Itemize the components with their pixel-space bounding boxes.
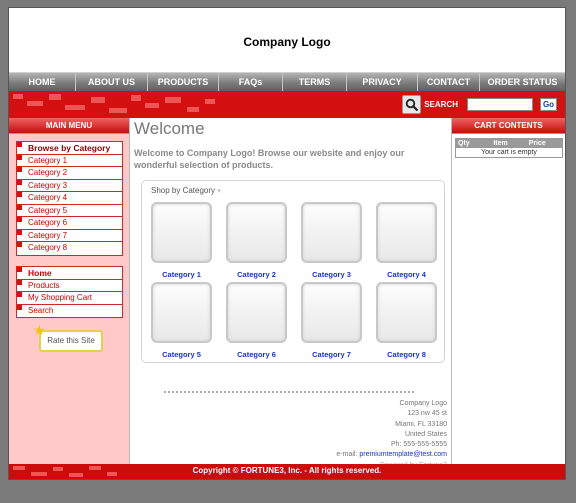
category-tile-label[interactable]: Category 7 bbox=[299, 350, 364, 359]
sidebar-category-8[interactable]: Category 8 bbox=[17, 242, 122, 255]
category-menu: Browse by Category Category 1 Category 2… bbox=[16, 141, 123, 256]
email-link[interactable]: premiumtemplate@test.com bbox=[359, 451, 447, 458]
category-tile-label[interactable]: Category 3 bbox=[299, 270, 364, 279]
category-tile-7[interactable]: Category 7 bbox=[299, 282, 364, 359]
category-thumbnail[interactable] bbox=[376, 282, 437, 343]
nav-contact[interactable]: CONTACT bbox=[418, 73, 480, 91]
cart-header-price: Price bbox=[528, 140, 546, 147]
search-input[interactable] bbox=[467, 98, 533, 111]
sidebar-category-4[interactable]: Category 4 bbox=[17, 192, 122, 205]
category-thumbnail[interactable] bbox=[376, 202, 437, 263]
main-nav: HOME ABOUT US PRODUCTS FAQs TERMS PRIVAC… bbox=[9, 72, 565, 91]
search-icon[interactable] bbox=[402, 95, 422, 114]
sidebar-category-1[interactable]: Category 1 bbox=[17, 154, 122, 167]
category-tile-5[interactable]: Category 5 bbox=[149, 282, 214, 359]
category-thumbnail[interactable] bbox=[301, 202, 362, 263]
cart-header-qty: Qty bbox=[458, 140, 470, 147]
pixel-decoration bbox=[91, 97, 105, 103]
pixel-decoration bbox=[49, 94, 61, 100]
category-tile-4[interactable]: Category 4 bbox=[374, 202, 439, 279]
search-label: SEARCH bbox=[424, 100, 458, 109]
rate-site-button[interactable]: Rate this Site bbox=[39, 330, 103, 352]
sidebar-category-3[interactable]: Category 3 bbox=[17, 179, 122, 192]
main-menu-title: MAIN MENU bbox=[9, 118, 129, 134]
category-tile-label[interactable]: Category 5 bbox=[149, 350, 214, 359]
footer: Copyright © FORTUNE3, Inc. - All rights … bbox=[9, 464, 565, 479]
shop-by-category-title[interactable]: Shop by Category ▾ bbox=[151, 186, 221, 195]
address-country: United States bbox=[404, 430, 447, 438]
page-frame: Company Logo HOME ABOUT US PRODUCTS FAQs… bbox=[8, 7, 566, 480]
category-thumbnail[interactable] bbox=[226, 202, 287, 263]
company-logo[interactable]: Company Logo bbox=[9, 35, 565, 49]
address-company: Company Logo bbox=[399, 400, 447, 407]
category-thumbnail[interactable] bbox=[151, 202, 212, 263]
pixel-decoration bbox=[187, 107, 199, 112]
divider bbox=[164, 391, 414, 393]
pixel-decoration bbox=[13, 94, 23, 99]
email-label: e-mail: bbox=[336, 451, 360, 459]
cart-header-item: Item bbox=[493, 140, 508, 147]
shop-title-label: Shop by Category bbox=[151, 186, 216, 195]
pixel-decoration bbox=[205, 99, 215, 104]
cart-title: CART CONTENTS bbox=[452, 118, 565, 134]
sidebar-link-home[interactable]: Home bbox=[17, 267, 122, 280]
page-title: Welcome bbox=[134, 119, 205, 138]
cart-empty-message: Your cart is empty bbox=[481, 149, 537, 156]
right-sidebar: CART CONTENTS Qty Item Price Your cart i… bbox=[451, 118, 565, 464]
category-tile-6[interactable]: Category 6 bbox=[224, 282, 289, 359]
category-tile-1[interactable]: Category 1 bbox=[149, 202, 214, 279]
address-phone: Ph: 555-555-5555 bbox=[390, 441, 447, 449]
nav-order-status[interactable]: ORDER STATUS bbox=[480, 73, 565, 91]
category-tile-label[interactable]: Category 6 bbox=[224, 350, 289, 359]
pixel-decoration bbox=[131, 95, 141, 101]
chevron-down-icon: ▾ bbox=[217, 188, 221, 195]
category-thumbnail[interactable] bbox=[151, 282, 212, 343]
sidebar-category-5[interactable]: Category 5 bbox=[17, 204, 122, 217]
category-tile-label[interactable]: Category 4 bbox=[374, 270, 439, 279]
star-icon: ★ bbox=[33, 322, 46, 338]
nav-products[interactable]: PRODUCTS bbox=[148, 73, 219, 91]
sidebar-link-products[interactable]: Products bbox=[17, 279, 122, 292]
address-email-line: e-mail: premiumtemplate@test.com bbox=[255, 450, 447, 460]
category-thumbnail[interactable] bbox=[301, 282, 362, 343]
shop-by-category-box: Shop by Category ▾ Category 1 Category 2… bbox=[141, 180, 445, 363]
main-content: Welcome Welcome to Company Logo! Browse … bbox=[131, 118, 450, 479]
nav-home[interactable]: HOME bbox=[9, 73, 76, 91]
sidebar-category-7[interactable]: Category 7 bbox=[17, 229, 122, 242]
sidebar-category-6[interactable]: Category 6 bbox=[17, 217, 122, 230]
category-thumbnail[interactable] bbox=[226, 282, 287, 343]
sidebar-category-2[interactable]: Category 2 bbox=[17, 167, 122, 180]
address-city: Miami, FL 33180 bbox=[395, 420, 447, 428]
nav-privacy[interactable]: PRIVACY bbox=[347, 73, 418, 91]
search-bar: SEARCH Go bbox=[9, 91, 565, 118]
category-tile-2[interactable]: Category 2 bbox=[224, 202, 289, 279]
nav-about-us[interactable]: ABOUT US bbox=[76, 73, 148, 91]
category-tile-8[interactable]: Category 8 bbox=[374, 282, 439, 359]
category-tile-3[interactable]: Category 3 bbox=[299, 202, 364, 279]
category-tile-label[interactable]: Category 1 bbox=[149, 270, 214, 279]
pixel-decoration bbox=[27, 101, 43, 106]
category-tile-label[interactable]: Category 8 bbox=[374, 350, 439, 359]
search-area: SEARCH Go bbox=[402, 95, 557, 114]
pixel-decoration bbox=[65, 105, 85, 110]
pixel-decoration bbox=[145, 103, 159, 108]
category-tile-label[interactable]: Category 2 bbox=[224, 270, 289, 279]
copyright: Copyright © FORTUNE3, Inc. - All rights … bbox=[192, 466, 382, 475]
pixel-decoration bbox=[109, 108, 127, 113]
pixel-decoration bbox=[165, 97, 181, 103]
nav-terms[interactable]: TERMS bbox=[283, 73, 347, 91]
address-street: 123 nw 45 st bbox=[407, 410, 447, 418]
welcome-text: Welcome to Company Logo! Browse our webs… bbox=[134, 148, 405, 170]
sidebar-link-cart[interactable]: My Shopping Cart bbox=[17, 292, 122, 305]
go-button[interactable]: Go bbox=[540, 98, 557, 111]
sidebar-link-search[interactable]: Search bbox=[17, 304, 122, 318]
cart-header-row: Qty Item Price bbox=[456, 139, 562, 148]
header: Company Logo bbox=[9, 8, 565, 72]
nav-faqs[interactable]: FAQs bbox=[219, 73, 283, 91]
cart-table: Qty Item Price Your cart is empty bbox=[455, 138, 563, 158]
left-sidebar: MAIN MENU Browse by Category Category 1 … bbox=[9, 118, 130, 464]
browse-by-category-heading: Browse by Category bbox=[17, 142, 122, 155]
links-menu: Home Products My Shopping Cart Search bbox=[16, 266, 123, 318]
